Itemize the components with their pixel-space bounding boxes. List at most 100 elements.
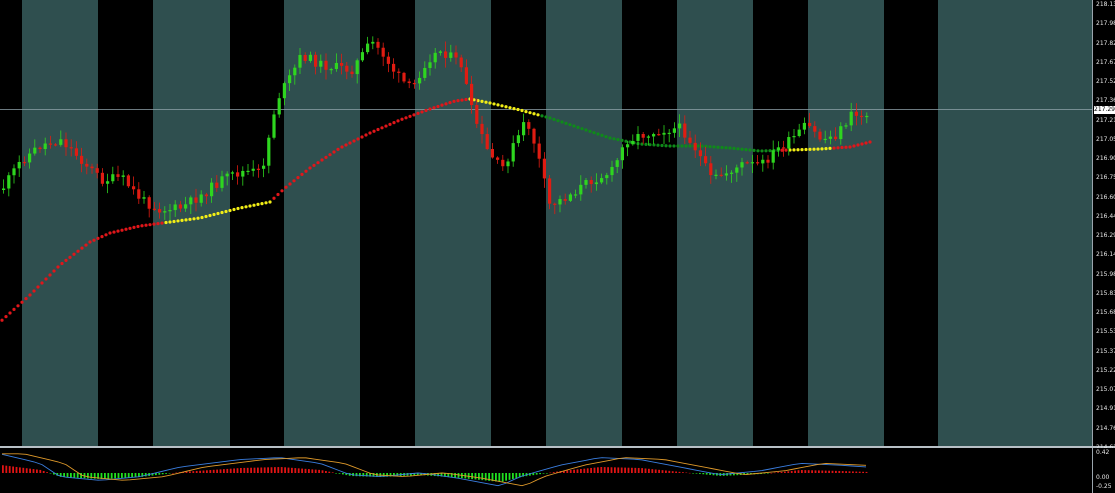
bull-candle	[558, 199, 562, 205]
bull-candle	[735, 167, 739, 173]
trail-stop-dot	[88, 240, 92, 244]
trail-stop-dot	[60, 261, 64, 266]
bear-candle	[532, 128, 536, 144]
histogram-bar	[661, 470, 664, 473]
bear-candle	[704, 156, 708, 164]
trail-stop-dot	[56, 265, 60, 269]
bear-candle	[22, 161, 26, 164]
histogram-bar	[858, 471, 861, 473]
histogram-bar	[318, 469, 320, 473]
histogram-bar	[807, 470, 810, 473]
price-chart[interactable]	[0, 0, 1092, 446]
histogram-bar	[277, 467, 280, 473]
trail-stop-dot	[228, 208, 232, 213]
histogram-bar	[699, 473, 701, 474]
trail-stop-dot	[364, 133, 368, 137]
histogram-bar	[600, 467, 603, 473]
histogram-bar	[291, 467, 293, 473]
histogram-bar	[665, 470, 667, 473]
histogram-bar	[576, 469, 579, 473]
price-axis-label: 217.52	[1096, 78, 1115, 85]
price-axis-label: 217.98	[1096, 20, 1115, 28]
trail-stop-dot	[116, 229, 120, 233]
price-axis-label: 216.90	[1096, 155, 1115, 162]
histogram-bar	[821, 470, 824, 473]
price-chart-canvas[interactable]	[0, 0, 1092, 446]
bull-candle	[579, 184, 583, 195]
histogram-bar	[845, 471, 847, 473]
bear-candle	[589, 180, 593, 185]
histogram-bar	[42, 470, 45, 473]
trail-stop-dot	[328, 153, 332, 157]
bull-candle	[106, 181, 110, 184]
histogram-bar	[797, 470, 800, 473]
trail-stop-dot	[652, 143, 656, 147]
indicator-axis[interactable]: 0.42 0.00 -0.25	[1092, 448, 1115, 493]
histogram-bar	[110, 473, 113, 479]
indicator-subwindow[interactable]	[0, 448, 1092, 490]
bear-candle	[236, 172, 240, 177]
histogram-bar	[243, 467, 246, 473]
trail-stop-dot	[648, 143, 652, 147]
signal-line-slow	[2, 453, 867, 487]
histogram-bar	[777, 472, 779, 473]
trail-stop-dot	[732, 146, 736, 150]
trail-stop-dot	[520, 108, 524, 113]
bull-candle	[730, 172, 734, 174]
trail-stop-dot	[464, 97, 468, 102]
trail-stop-dot	[540, 114, 544, 118]
histogram-bar	[199, 470, 201, 473]
histogram-bar	[301, 468, 303, 473]
price-axis-label: 218.13	[1096, 1, 1115, 8]
price-axis-label: 215.83	[1096, 289, 1115, 297]
bull-candle	[168, 210, 172, 212]
trail-stop-dot	[624, 139, 628, 143]
bull-candle	[672, 128, 676, 133]
histogram-bar	[32, 469, 35, 473]
histogram-bar	[342, 473, 344, 475]
histogram-bar	[87, 473, 89, 479]
bull-candle	[360, 52, 364, 61]
trail-stop-dot	[856, 143, 860, 147]
trail-stop-dot	[860, 142, 864, 146]
histogram-bar	[549, 472, 552, 474]
bull-candle	[626, 144, 630, 148]
indicator-canvas[interactable]	[0, 448, 1092, 490]
bear-candle	[553, 203, 557, 205]
trail-stop-dot	[508, 106, 512, 110]
bear-candle	[215, 182, 219, 188]
histogram-bar	[675, 471, 677, 473]
session-band	[22, 0, 98, 446]
price-axis[interactable]: 218.13 217.98 217.82 217.67 217.52 217.36 217.…	[1092, 0, 1115, 451]
trail-stop-dot	[616, 138, 620, 142]
histogram-bar	[814, 470, 817, 473]
histogram-bar	[838, 470, 841, 473]
trail-stop-dot	[288, 182, 292, 186]
histogram-bar	[682, 472, 684, 473]
bear-candle	[641, 133, 645, 138]
trail-stop-dot	[296, 176, 300, 180]
price-axis-label: 216.44	[1096, 212, 1115, 220]
histogram-bar	[590, 467, 592, 473]
trail-stop-dot	[436, 104, 440, 109]
bull-candle	[371, 41, 375, 44]
trail-stop-dot	[236, 206, 240, 211]
trail-stop-dot	[588, 129, 592, 133]
bear-candle	[854, 111, 858, 116]
bear-candle	[709, 163, 713, 176]
histogram-bar	[107, 473, 110, 479]
signal-line-fast	[1, 453, 867, 487]
trail-stop-dot	[716, 145, 720, 149]
histogram-bar	[192, 471, 195, 473]
histogram-bar	[39, 469, 42, 473]
histogram-bar	[542, 473, 545, 474]
bull-candle	[584, 180, 588, 185]
histogram-bar	[865, 471, 868, 473]
histogram-bar	[114, 473, 116, 479]
histogram-bar	[308, 469, 310, 473]
bull-candle	[787, 137, 791, 149]
histogram-bar	[5, 465, 8, 473]
histogram-bar	[627, 467, 630, 473]
trail-stop-dot	[272, 196, 276, 200]
bear-candle	[459, 57, 463, 68]
